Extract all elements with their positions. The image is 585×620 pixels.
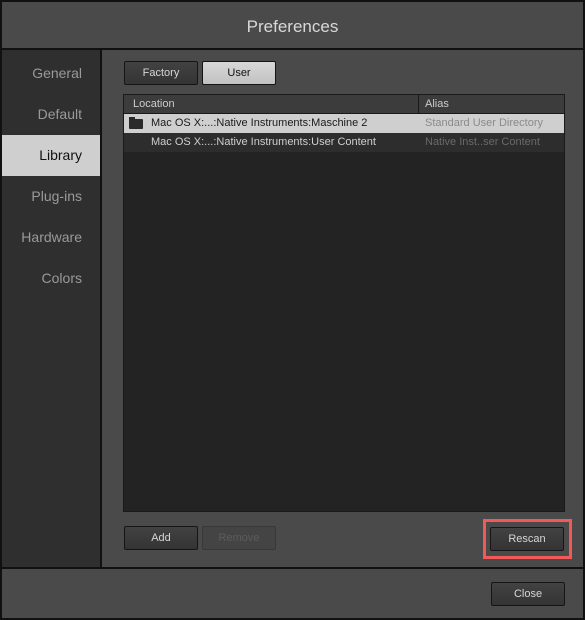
footer: Close [2,567,583,618]
sidebar-item-default[interactable]: Default [2,94,100,135]
sidebar: General Default Library Plug-ins Hardwar… [2,50,102,567]
sidebar-item-colors[interactable]: Colors [2,258,100,299]
location-cell: Mac OS X:...:Native Instruments:Maschine… [151,117,368,129]
column-header-location[interactable]: Location [124,95,419,113]
sidebar-item-hardware[interactable]: Hardware [2,217,100,258]
table-row[interactable]: Mac OS X:...:Native Instruments:User Con… [124,133,564,152]
user-tab-button[interactable]: User [202,61,276,85]
alias-cell: Native Inst..ser Content [425,136,540,148]
sidebar-item-library[interactable]: Library [2,135,100,176]
library-table: Location Alias Mac OS X:...:Native Instr… [123,94,565,512]
close-button[interactable]: Close [491,582,565,606]
table-header: Location Alias [124,95,564,114]
alias-cell: Standard User Directory [425,117,543,129]
add-button[interactable]: Add [124,526,198,550]
sidebar-item-plug-ins[interactable]: Plug-ins [2,176,100,217]
rescan-highlight [483,519,572,559]
sidebar-item-general[interactable]: General [2,53,100,94]
location-cell: Mac OS X:...:Native Instruments:User Con… [151,136,376,148]
folder-icon [129,117,143,129]
remove-button[interactable]: Remove [202,526,276,550]
table-row[interactable]: Mac OS X:...:Native Instruments:Maschine… [124,114,564,133]
factory-tab-button[interactable]: Factory [124,61,198,85]
window-title: Preferences [2,2,583,50]
column-header-alias[interactable]: Alias [419,95,564,113]
preferences-window: Preferences General Default Library Plug… [0,0,585,620]
